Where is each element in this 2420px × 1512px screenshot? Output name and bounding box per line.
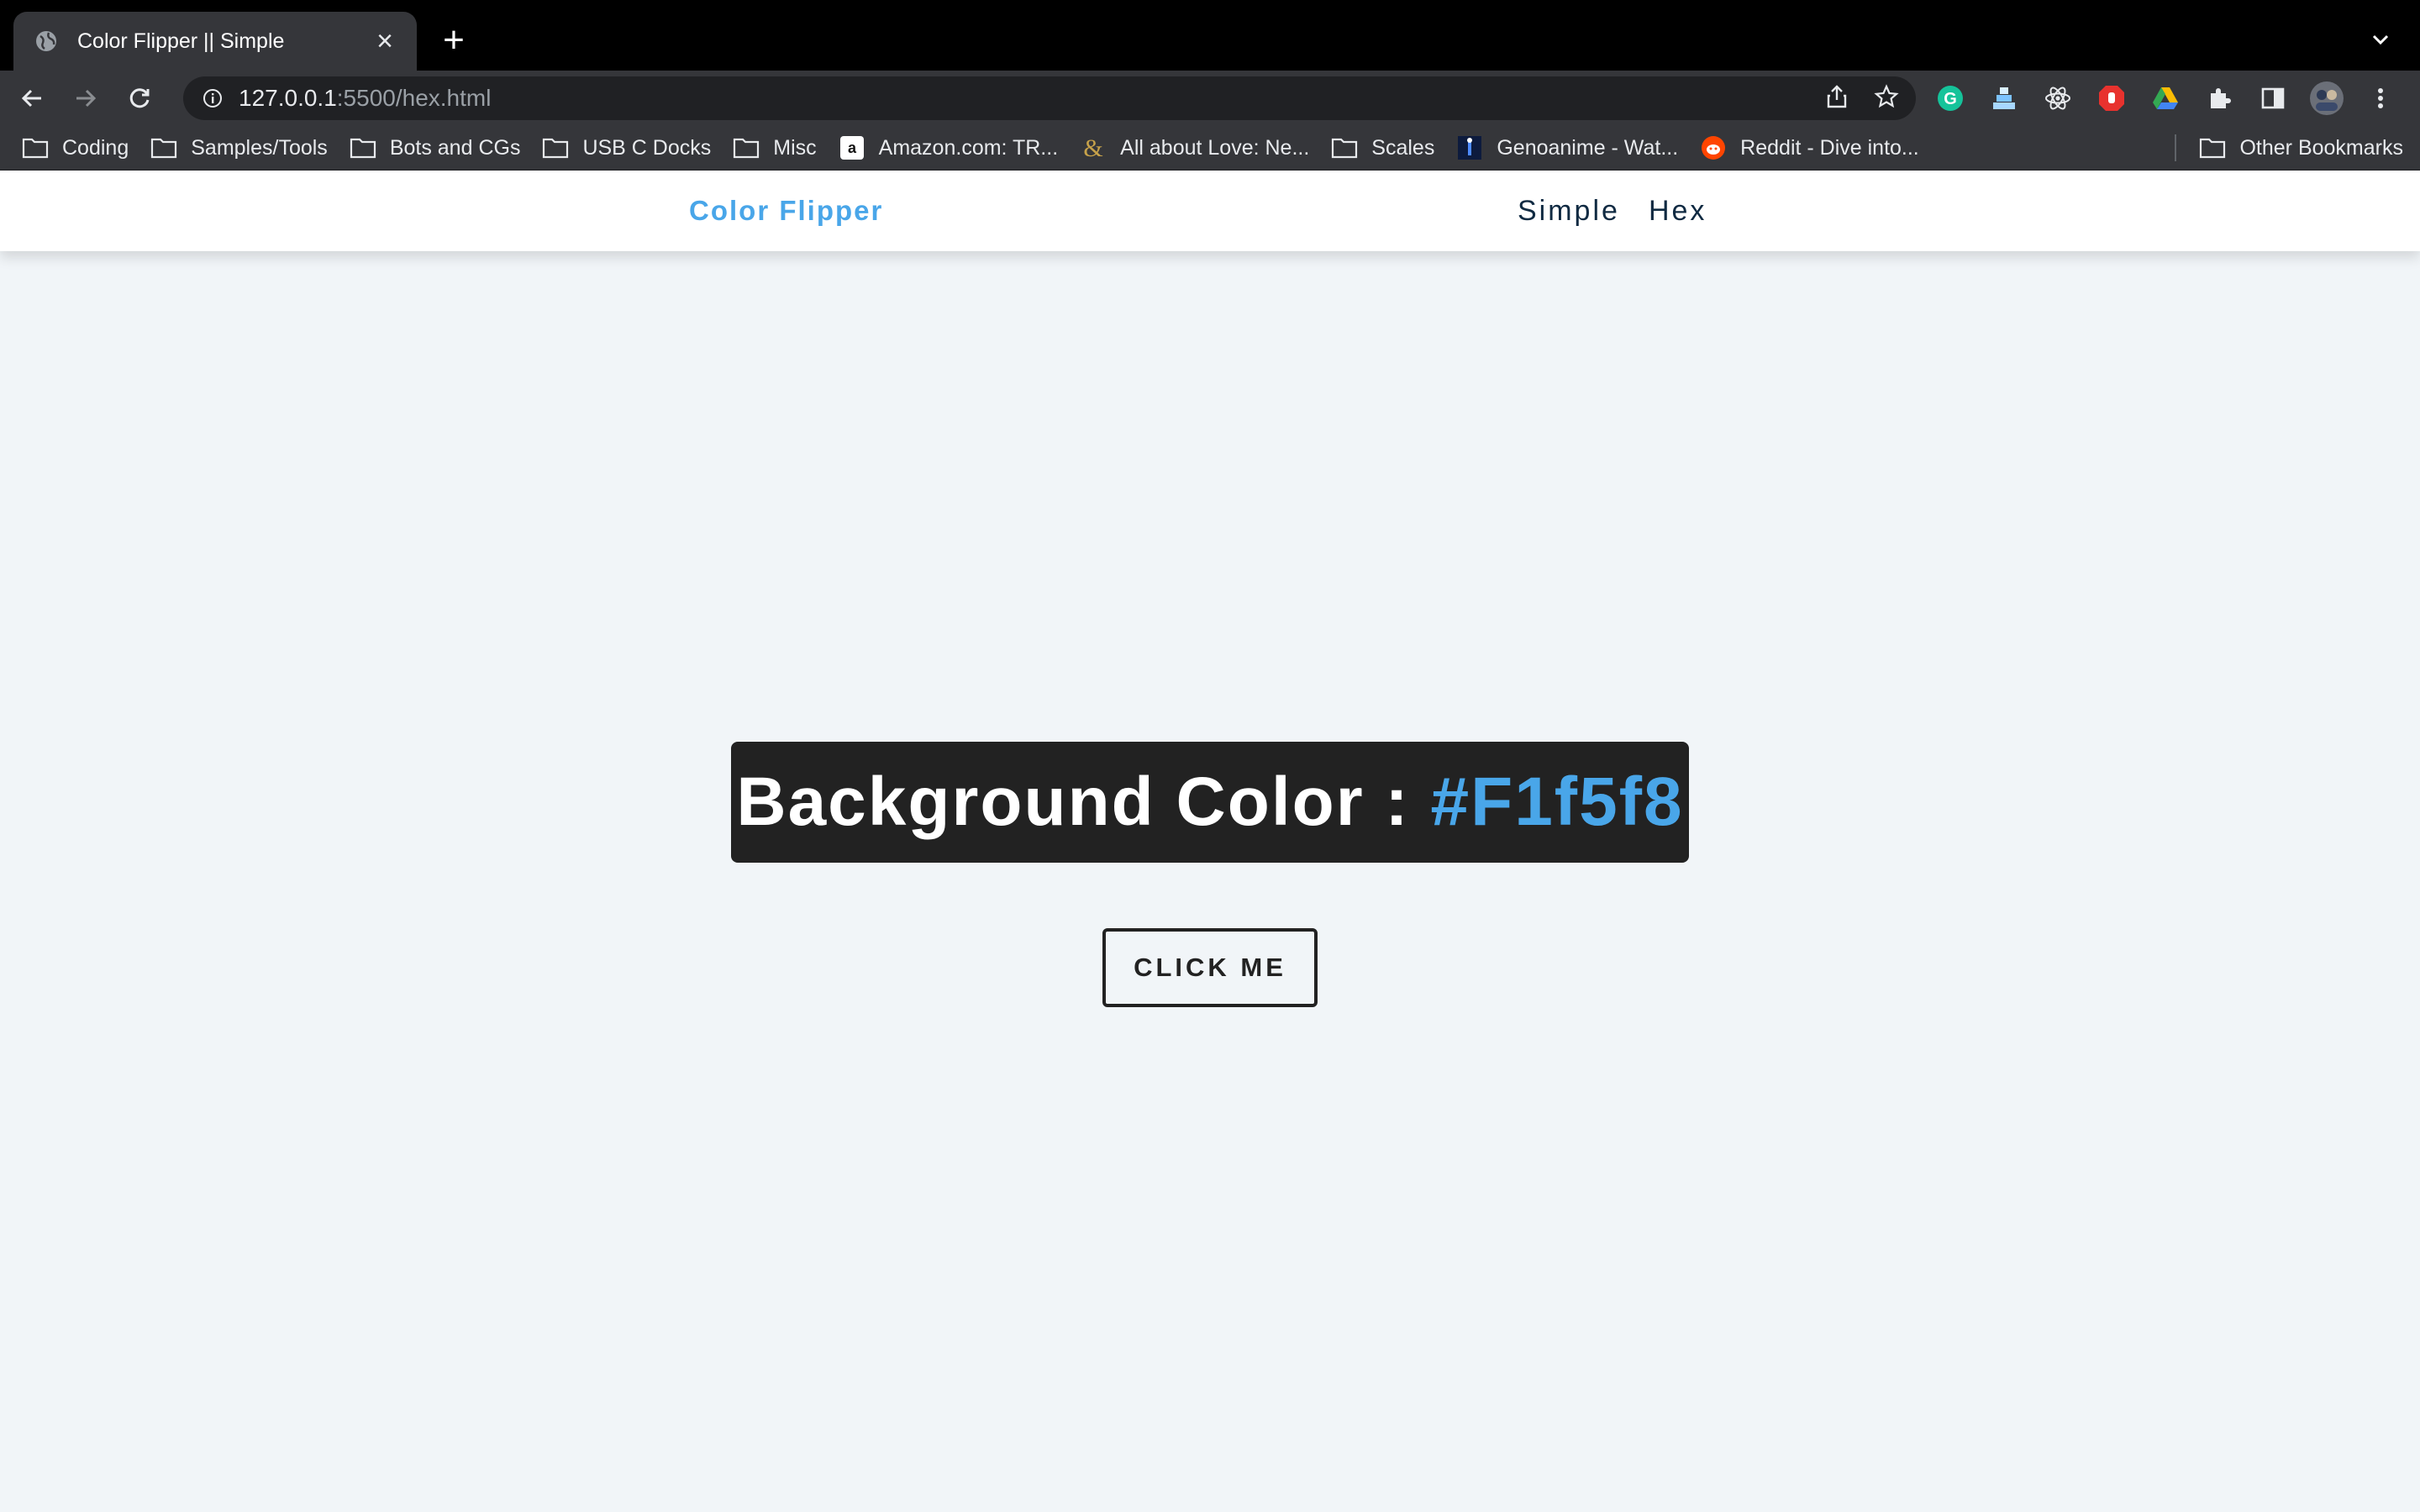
svg-text:G: G — [1944, 90, 1957, 108]
forward-arrow-icon[interactable] — [64, 76, 108, 120]
react-devtools-icon[interactable] — [2040, 81, 2075, 116]
genoanime-icon — [1456, 136, 1483, 160]
bookmark-scales[interactable]: Scales — [1331, 136, 1434, 160]
bookmark-label: Samples/Tools — [191, 135, 328, 160]
folder-icon — [1331, 136, 1358, 160]
bookmark-label: All about Love: Ne... — [1120, 135, 1310, 160]
bookmark-samples-tools[interactable]: Samples/Tools — [150, 136, 328, 160]
url-text: 127.0.0.1:5500/hex.html — [239, 85, 491, 112]
adblock-icon[interactable] — [2094, 81, 2129, 116]
puzzle-extensions-icon[interactable] — [2202, 81, 2237, 116]
amazon-icon: a — [839, 136, 865, 160]
grammarly-icon[interactable]: G — [1933, 81, 1968, 116]
bookmark-bots-and-cgs[interactable]: Bots and CGs — [350, 135, 521, 160]
bookmark-usb-c-docks[interactable]: USB C Docks — [542, 136, 711, 160]
kebab-menu-icon[interactable] — [2363, 81, 2398, 116]
profile-avatar-icon[interactable] — [2309, 81, 2344, 116]
globe-icon — [34, 29, 59, 54]
bookmark-label: Scales — [1371, 135, 1435, 160]
other-bookmarks[interactable]: Other Bookmarks — [2199, 126, 2403, 170]
back-arrow-icon[interactable] — [10, 76, 54, 120]
bookmark-label: Amazon.com: TR... — [878, 135, 1059, 160]
bookmark-all-about-love[interactable]: & All about Love: Ne... — [1080, 135, 1310, 160]
tab-search-chevron-icon[interactable] — [2370, 29, 2391, 50]
svg-text:a: a — [848, 139, 857, 156]
bookmark-label: Bots and CGs — [389, 135, 521, 160]
site-info-icon[interactable] — [200, 86, 225, 111]
background-color-heading: Background Color : #F1f5f8 — [736, 763, 1683, 842]
url-path: :5500/hex.html — [336, 85, 492, 111]
bookmark-amazon[interactable]: a Amazon.com: TR... — [839, 135, 1059, 160]
browser-chrome: Color Flipper || Simple × + 127.0.0.1:55… — [0, 0, 2420, 171]
folder-icon — [150, 136, 177, 160]
bookmark-genoanime[interactable]: Genoanime - Wat... — [1456, 136, 1678, 160]
bookmarks-separator — [2175, 134, 2176, 161]
folder-icon — [2199, 136, 2226, 160]
folder-icon — [542, 136, 569, 160]
ampersand-icon: & — [1080, 135, 1107, 160]
nav-link-hex[interactable]: Hex — [1649, 195, 1707, 228]
url-host: 127.0.0.1 — [239, 85, 337, 111]
bookmark-label: USB C Docks — [582, 135, 712, 160]
other-bookmarks-label: Other Bookmarks — [2239, 135, 2403, 160]
extensions-area: G — [1933, 76, 2398, 120]
reddit-icon — [1700, 136, 1727, 160]
stack-extension-icon[interactable] — [1986, 81, 2022, 116]
google-drive-icon[interactable] — [2148, 81, 2183, 116]
bookmark-label: Misc — [773, 135, 817, 160]
folder-icon — [22, 136, 49, 160]
browser-tab[interactable]: Color Flipper || Simple × — [13, 12, 417, 71]
site-brand[interactable]: Color Flipper — [689, 171, 883, 251]
color-display-box: Background Color : #F1f5f8 — [731, 742, 1689, 863]
nav-link-simple[interactable]: Simple — [1518, 195, 1620, 228]
bookmark-star-icon[interactable] — [1874, 83, 1899, 113]
bookmark-label: Coding — [62, 135, 129, 160]
bookmarks-bar: Coding Samples/Tools Bots and CGs USB C … — [0, 126, 2420, 171]
bookmark-reddit[interactable]: Reddit - Dive into... — [1700, 136, 1919, 160]
tab-title: Color Flipper || Simple — [77, 29, 285, 53]
color-value: #F1f5f8 — [1430, 764, 1684, 840]
bookmark-coding[interactable]: Coding — [22, 136, 129, 160]
close-tab-icon[interactable]: × — [370, 26, 400, 56]
omnibox-actions — [1825, 83, 1899, 113]
click-me-label: click me — [1134, 953, 1286, 982]
folder-icon — [350, 136, 376, 160]
heading-prefix: Background Color : — [736, 764, 1431, 840]
folder-icon — [733, 136, 760, 160]
site-navbar: Color Flipper Simple Hex — [0, 171, 2420, 251]
side-panel-icon[interactable] — [2255, 81, 2291, 116]
bookmark-label: Reddit - Dive into... — [1740, 135, 1919, 160]
bookmark-label: Genoanime - Wat... — [1497, 135, 1679, 160]
page-content: Color Flipper Simple Hex Background Colo… — [0, 171, 2420, 1496]
nav-links: Simple Hex — [1518, 171, 1707, 251]
svg-text:&: & — [1083, 135, 1102, 160]
tab-strip: Color Flipper || Simple × + — [0, 0, 2420, 71]
address-bar[interactable]: 127.0.0.1:5500/hex.html — [183, 76, 1916, 120]
bookmark-misc[interactable]: Misc — [733, 135, 817, 160]
new-tab-icon[interactable]: + — [437, 22, 471, 59]
click-me-button[interactable]: click me — [1102, 928, 1318, 1007]
share-icon[interactable] — [1825, 84, 1849, 113]
reload-icon[interactable] — [118, 76, 161, 120]
browser-toolbar: 127.0.0.1:5500/hex.html G — [0, 71, 2420, 126]
